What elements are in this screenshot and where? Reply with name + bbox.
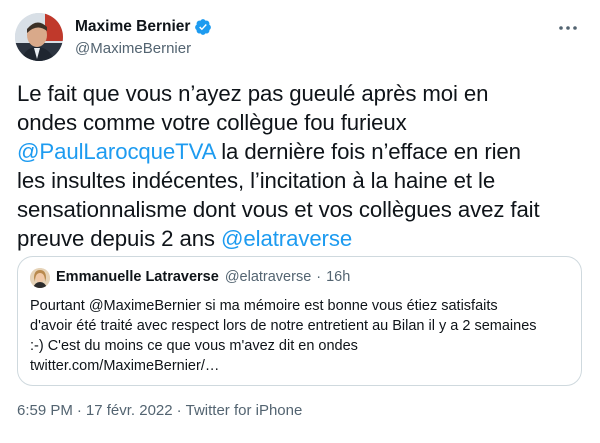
tweet-line-text: la dernière fois n’efface en rien: [215, 139, 521, 164]
tweet-date[interactable]: 17 févr. 2022: [86, 402, 173, 419]
quote-line: :-) C'est du moins ce que vous m'avez di…: [30, 338, 358, 354]
quote-avatar-icon: [30, 268, 50, 288]
user-avatar-icon: [15, 13, 63, 61]
tweet-source[interactable]: Twitter for iPhone: [186, 402, 303, 419]
tweet-line: les insultes indécentes, l’incitation à …: [17, 168, 496, 193]
verified-badge-icon: [194, 18, 212, 36]
quote-link[interactable]: twitter.com/MaximeBernier/…: [30, 356, 575, 376]
quote-line: Pourtant @MaximeBernier si ma mémoire es…: [30, 298, 498, 314]
meta-separator: ·: [76, 402, 82, 419]
more-dots-icon[interactable]: [556, 20, 580, 36]
tweet-time[interactable]: 6:59 PM: [17, 402, 73, 419]
quote-author-name[interactable]: Emmanuelle Latraverse: [56, 269, 219, 285]
author-handle[interactable]: @MaximeBernier: [75, 40, 191, 57]
quote-timestamp: 16h: [326, 269, 351, 285]
mention-link[interactable]: @PaulLarocqueTVA: [17, 139, 215, 164]
mention-link[interactable]: @elatraverse: [221, 226, 352, 251]
tweet-line-text: preuve depuis 2 ans: [17, 226, 221, 251]
tweet-card: Maxime Bernier @MaximeBernier Le fait qu…: [0, 0, 600, 443]
tweet-line: ondes comme votre collègue fou furieux: [17, 110, 407, 135]
tweet-line: @PaulLarocqueTVA la dernière fois n’effa…: [17, 137, 587, 166]
quote-line: d'avoir été traité avec respect lors de …: [30, 318, 537, 334]
tweet-text: Le fait que vous n’ayez pas gueulé après…: [17, 79, 587, 253]
author-avatar[interactable]: [15, 13, 63, 61]
author-name[interactable]: Maxime Bernier: [75, 18, 212, 36]
quote-text: Pourtant @MaximeBernier si ma mémoire es…: [30, 296, 575, 376]
quote-author-handle: @elatraverse: [224, 269, 312, 285]
tweet-line: preuve depuis 2 ans @elatraverse: [17, 224, 587, 253]
meta-separator: ·: [176, 402, 182, 419]
author-name-text: Maxime Bernier: [75, 18, 191, 35]
tweet-line: sensationnalisme dont vous et vos collèg…: [17, 197, 540, 222]
quote-avatar: [30, 268, 50, 288]
tweet-line: Le fait que vous n’ayez pas gueulé après…: [17, 81, 489, 106]
quote-header: Emmanuelle Latraverse @elatraverse · 16h: [56, 269, 350, 285]
tweet-meta: 6:59 PM · 17 févr. 2022 · Twitter for iPhone: [17, 402, 302, 419]
quote-separator: ·: [316, 269, 322, 285]
quoted-tweet[interactable]: Emmanuelle Latraverse @elatraverse · 16h…: [17, 256, 582, 386]
